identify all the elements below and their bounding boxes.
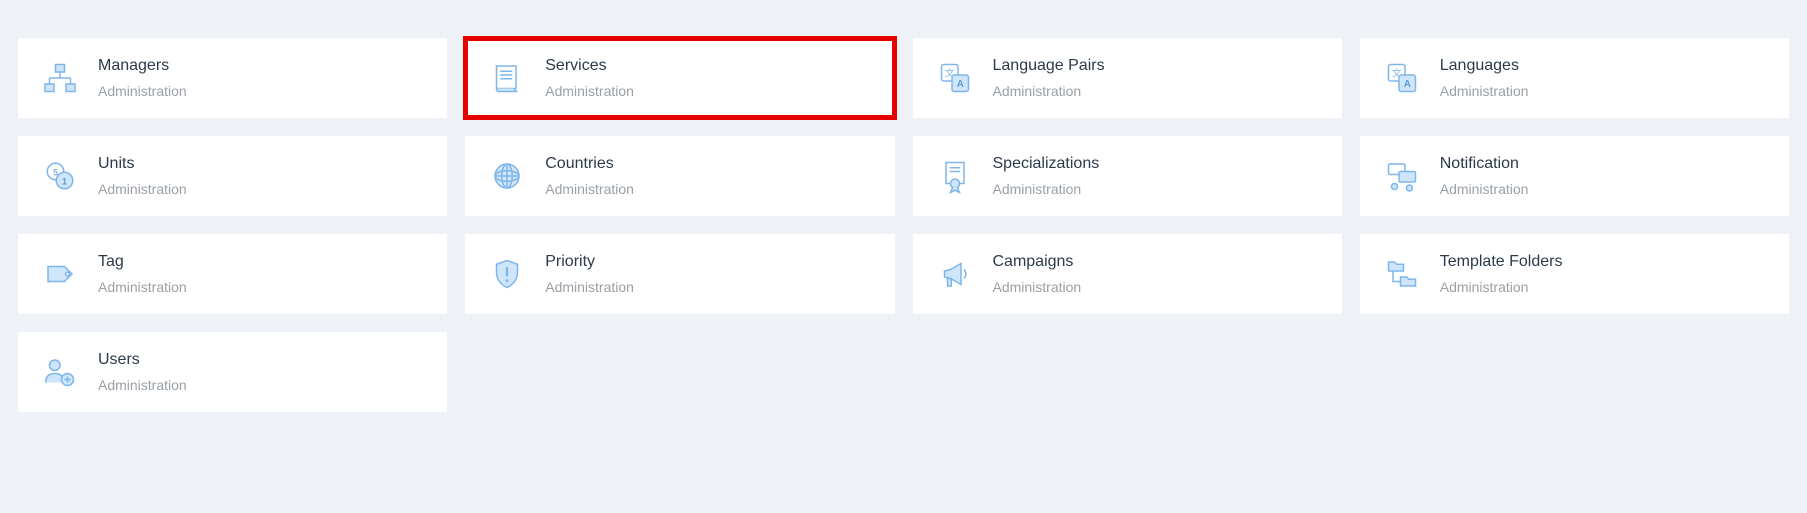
- card-tag[interactable]: Tag Administration: [18, 234, 447, 314]
- card-services[interactable]: Services Administration: [465, 38, 894, 118]
- translate-icon: 文 A: [1382, 58, 1422, 98]
- card-title: Notification: [1440, 154, 1529, 175]
- card-title: Languages: [1440, 56, 1529, 77]
- card-template-folders[interactable]: Template Folders Administration: [1360, 234, 1789, 314]
- card-subtitle: Administration: [545, 83, 634, 100]
- card-subtitle: Administration: [545, 279, 634, 296]
- card-languages[interactable]: 文 A Languages Administration: [1360, 38, 1789, 118]
- shield-icon: [487, 254, 527, 294]
- card-subtitle: Administration: [545, 181, 634, 198]
- card-subtitle: Administration: [1440, 83, 1529, 100]
- card-subtitle: Administration: [993, 279, 1082, 296]
- chat-icon: [1382, 156, 1422, 196]
- card-title: Campaigns: [993, 252, 1082, 273]
- card-subtitle: Administration: [98, 377, 187, 394]
- users-icon: [40, 352, 80, 392]
- folder-tree-icon: [1382, 254, 1422, 294]
- card-title: Managers: [98, 56, 187, 77]
- card-subtitle: Administration: [993, 181, 1100, 198]
- tag-icon: [40, 254, 80, 294]
- card-title: Countries: [545, 154, 634, 175]
- card-subtitle: Administration: [993, 83, 1105, 100]
- svg-text:A: A: [956, 79, 963, 90]
- card-specializations[interactable]: Specializations Administration: [913, 136, 1342, 216]
- certificate-icon: [935, 156, 975, 196]
- card-users[interactable]: Users Administration: [18, 332, 447, 412]
- card-subtitle: Administration: [98, 279, 187, 296]
- card-title: Specializations: [993, 154, 1100, 175]
- card-countries[interactable]: Countries Administration: [465, 136, 894, 216]
- card-title: Template Folders: [1440, 252, 1563, 273]
- translate-icon: 文 A: [935, 58, 975, 98]
- svg-text:A: A: [1403, 79, 1410, 90]
- card-title: Priority: [545, 252, 634, 273]
- card-title: Users: [98, 350, 187, 371]
- org-chart-icon: [40, 58, 80, 98]
- globe-icon: [487, 156, 527, 196]
- card-title: Language Pairs: [993, 56, 1105, 77]
- document-icon: [487, 58, 527, 98]
- card-subtitle: Administration: [98, 181, 187, 198]
- card-subtitle: Administration: [98, 83, 187, 100]
- admin-cards-grid: Managers Administration Services Adminis…: [18, 38, 1789, 412]
- card-subtitle: Administration: [1440, 181, 1529, 198]
- card-title: Units: [98, 154, 187, 175]
- card-units[interactable]: 5 1 Units Administration: [18, 136, 447, 216]
- megaphone-icon: [935, 254, 975, 294]
- card-priority[interactable]: Priority Administration: [465, 234, 894, 314]
- card-title: Services: [545, 56, 634, 77]
- card-title: Tag: [98, 252, 187, 273]
- card-campaigns[interactable]: Campaigns Administration: [913, 234, 1342, 314]
- coins-icon: 5 1: [40, 156, 80, 196]
- card-language-pairs[interactable]: 文 A Language Pairs Administration: [913, 38, 1342, 118]
- svg-text:1: 1: [62, 176, 67, 186]
- card-managers[interactable]: Managers Administration: [18, 38, 447, 118]
- card-notification[interactable]: Notification Administration: [1360, 136, 1789, 216]
- card-subtitle: Administration: [1440, 279, 1563, 296]
